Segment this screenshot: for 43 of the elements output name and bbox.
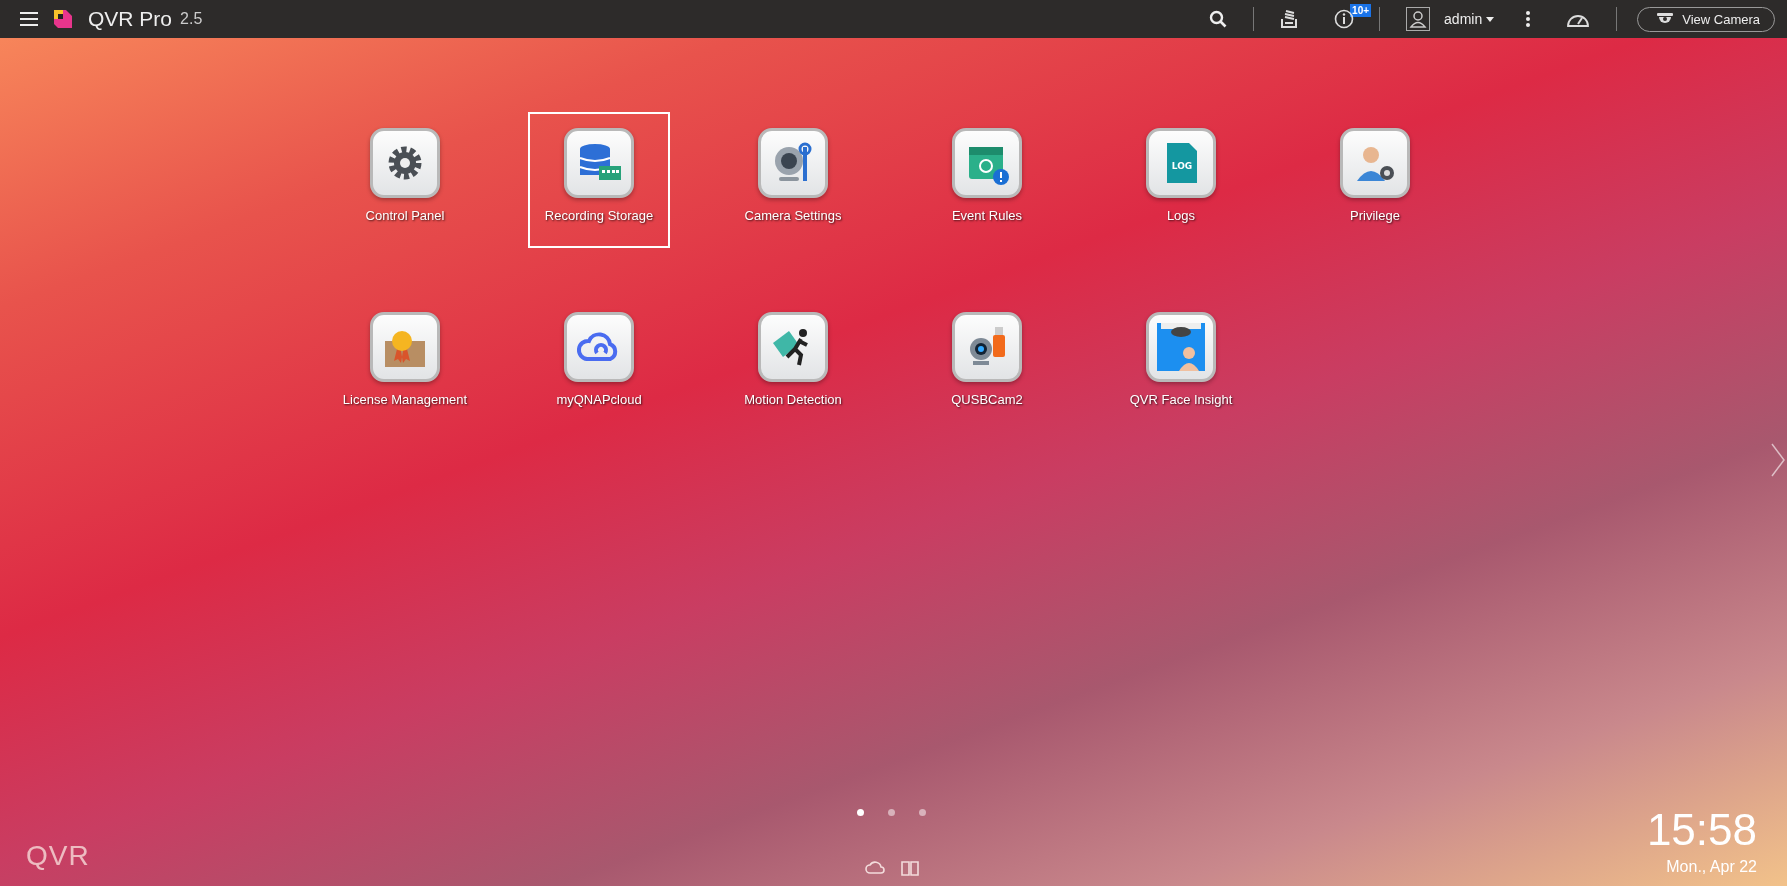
brand-mark: QVR (26, 840, 90, 872)
app-label: Motion Detection (744, 392, 842, 407)
app-label: myQNAPcloud (556, 392, 642, 407)
app-shortcut[interactable]: QVR Face Insight (1110, 296, 1252, 432)
app-shortcut[interactable]: myQNAPcloud (528, 296, 670, 432)
clock-date: Mon., Apr 22 (1666, 858, 1757, 876)
app-label: Event Rules (951, 208, 1023, 223)
clock-time: 15:58 (1646, 808, 1757, 852)
app-shortcut[interactable]: Recording Storage (528, 112, 670, 248)
menu-icon[interactable] (20, 11, 38, 27)
user-menu[interactable]: admin (1444, 11, 1495, 27)
app-label: QUSBCam2 (951, 392, 1023, 407)
app-label: Camera Settings (744, 208, 842, 223)
app-label: Recording Storage (544, 208, 654, 223)
camera-icon (1656, 12, 1675, 26)
app-shortcut[interactable]: Event Rules (916, 112, 1058, 248)
stack-icon[interactable] (1280, 9, 1299, 29)
app-shortcut[interactable]: Camera Settings (722, 112, 864, 248)
app-shortcut[interactable]: Control Panel (334, 112, 476, 248)
logo-icon (52, 8, 74, 30)
app-shortcut[interactable]: Privilege (1304, 112, 1446, 248)
app-name: QVR Pro (88, 7, 173, 31)
app-version: 2.5 (180, 10, 203, 28)
page-dot[interactable] (857, 809, 864, 816)
app-label: Logs (1166, 208, 1196, 223)
app-label: License Management (342, 392, 468, 407)
search-icon[interactable] (1209, 10, 1228, 28)
page-dot[interactable] (919, 809, 926, 816)
app-shortcut[interactable]: Motion Detection (722, 296, 864, 432)
app-shortcut[interactable]: LOG Logs (1110, 112, 1252, 248)
more-icon[interactable] (1526, 11, 1531, 27)
app-label: Privilege (1350, 208, 1400, 223)
cloud-icon[interactable] (864, 860, 885, 874)
caret-icon (1486, 16, 1495, 22)
page-dot[interactable] (888, 809, 895, 816)
notification-badge: 10+ (1350, 4, 1372, 17)
user-avatar-icon[interactable] (1406, 7, 1431, 31)
app-shortcut[interactable]: QUSBCam2 (916, 296, 1058, 432)
face-scan-icon (1157, 323, 1205, 371)
app-label: Control Panel (365, 208, 445, 223)
app-label: QVR Face Insight (1129, 392, 1233, 407)
app-shortcut[interactable]: License Management (334, 296, 476, 432)
book-icon[interactable] (900, 860, 919, 876)
